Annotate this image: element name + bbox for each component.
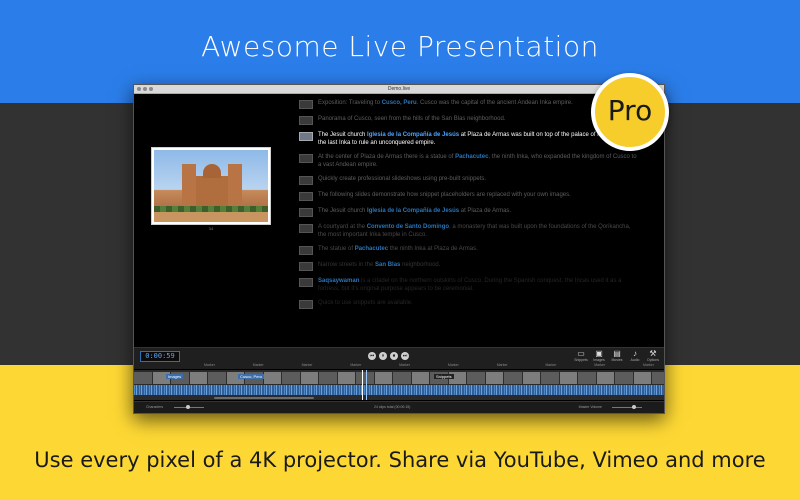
transport-controls: ⏮ ⏸ ⏹ ⏭ <box>368 352 409 360</box>
audio-track[interactable] <box>134 385 664 395</box>
characters-label: Characters <box>146 405 164 409</box>
row-thumbnail <box>299 100 313 109</box>
row-thumbnail <box>299 246 313 255</box>
status-bar: Characters 24 clips total (00:00:15) Mas… <box>134 401 664 413</box>
next-button[interactable]: ⏭ <box>401 352 409 360</box>
slide-preview[interactable] <box>151 147 271 225</box>
row-link[interactable]: Iglesia de la Compañía de Jesús <box>367 132 459 138</box>
snippets-icon: ▭ <box>577 349 585 358</box>
script-row[interactable]: The Jesuit church Iglesia de la Compañía… <box>299 207 639 217</box>
row-thumbnail <box>299 208 313 217</box>
marker-label[interactable]: Marker <box>545 363 556 367</box>
row-link[interactable]: Convento de Santo Domingo <box>367 224 449 230</box>
marker-ruler: Marker Marker Marker Marker Marker Marker Mark… <box>204 363 654 367</box>
control-bar: 0:00:59 ⏮ ⏸ ⏹ ⏭ ▭ Snippets ▣ Images ▤ Movies ♪ Aud… <box>134 347 664 369</box>
row-thumbnail <box>299 224 313 233</box>
row-thumbnail <box>299 132 313 141</box>
marker-label[interactable]: Marker <box>302 363 313 367</box>
tagline: Use every pixel of a 4K projector. Share… <box>34 448 766 472</box>
row-thumbnail <box>299 300 313 309</box>
clip-label[interactable]: Cusco, Peru <box>238 374 265 379</box>
row-text: Exposition: Traveling to Cusco, Peru. Cu… <box>318 100 573 106</box>
row-thumbnail <box>299 154 313 163</box>
images-icon: ▣ <box>595 349 603 358</box>
tool-buttons: ▭ Snippets ▣ Images ▤ Movies ♪ Audio ⚒ Options <box>574 349 660 363</box>
row-thumbnail <box>299 116 313 125</box>
app-window: Demo.live 34 Exposition: Traveling to Cu… <box>133 84 665 414</box>
row-thumbnail <box>299 278 313 287</box>
previous-button[interactable]: ⏮ <box>368 352 376 360</box>
clip-label[interactable]: Snippets <box>434 374 454 379</box>
row-link[interactable]: Pachacutec <box>455 154 488 160</box>
marker-label[interactable]: Marker <box>448 363 459 367</box>
characters-slider[interactable] <box>174 405 204 409</box>
marker-label[interactable]: Marker <box>643 363 654 367</box>
row-text: Narrow streets in the San Blas neighborh… <box>318 262 441 268</box>
movies-button[interactable]: ▤ Movies <box>610 349 624 363</box>
audio-button[interactable]: ♪ Audio <box>628 349 642 363</box>
row-link[interactable]: Saqsaywaman <box>318 278 359 284</box>
row-text: The Jesuit church Iglesia de la Compañía… <box>318 208 512 214</box>
row-text: Quickly create professional slideshows u… <box>318 176 487 182</box>
row-text: Quick to use snippets are available. <box>318 300 413 306</box>
row-text: Saqsaywaman is a citadel on the northern… <box>318 278 622 292</box>
playhead-secondary[interactable] <box>366 370 367 400</box>
audio-icon: ♪ <box>633 349 637 358</box>
snippets-button[interactable]: ▭ Snippets <box>574 349 588 363</box>
script-row[interactable]: A courtyard at the Convento de Santo Dom… <box>299 223 639 239</box>
window-title: Demo.live <box>387 86 411 92</box>
options-button[interactable]: ⚒ Options <box>646 349 660 363</box>
marker-label[interactable]: Marker <box>497 363 508 367</box>
script-row[interactable]: Exposition: Traveling to Cusco, Peru. Cu… <box>299 99 639 109</box>
timeline-scrollbar[interactable] <box>214 397 314 399</box>
script-row[interactable]: The statue of Pachacutec the ninth Inka … <box>299 245 639 255</box>
script-row[interactable]: Narrow streets in the San Blas neighborh… <box>299 261 639 271</box>
marker-label[interactable]: Marker <box>253 363 264 367</box>
row-text: The following slides demonstrate how sni… <box>318 192 571 198</box>
images-button[interactable]: ▣ Images <box>592 349 606 363</box>
row-text: At the center of Plaza de Armas there is… <box>318 154 637 168</box>
master-volume-label: Master Volume <box>578 405 602 409</box>
stop-button[interactable]: ⏹ <box>390 352 398 360</box>
row-link[interactable]: Cusco, Peru <box>382 100 417 106</box>
church-photo <box>154 150 268 222</box>
row-text: Panorama of Cusco, seen from the hills o… <box>318 116 506 122</box>
row-thumbnail <box>299 176 313 185</box>
pause-button[interactable]: ⏸ <box>379 352 387 360</box>
master-volume-slider[interactable] <box>612 405 642 409</box>
headline: Awesome Live Presentation <box>201 30 599 63</box>
script-row[interactable]: At the center of Plaza de Armas there is… <box>299 153 639 169</box>
slide-number: 34 <box>208 226 214 231</box>
pro-badge: Pro <box>591 73 669 151</box>
clip-label[interactable]: Images <box>166 374 184 379</box>
row-thumbnail <box>299 262 313 271</box>
marker-label[interactable]: Marker <box>399 363 410 367</box>
script-list: Exposition: Traveling to Cusco, Peru. Cu… <box>299 99 639 315</box>
marker-label[interactable]: Marker <box>350 363 361 367</box>
clip-count: 24 clips total (00:00:15) <box>374 405 411 409</box>
script-row[interactable]: Quick to use snippets are available. <box>299 299 639 309</box>
row-thumbnail <box>299 192 313 201</box>
row-link[interactable]: Pachacutec <box>355 246 388 252</box>
presentation-area: 34 Exposition: Traveling to Cusco, Peru.… <box>134 95 664 345</box>
options-icon: ⚒ <box>649 349 657 358</box>
time-display: 0:00:59 <box>140 351 180 362</box>
script-row[interactable]: Panorama of Cusco, seen from the hills o… <box>299 115 639 125</box>
row-text: The Jesuit church Iglesia de la Compañía… <box>318 132 639 146</box>
script-row[interactable]: The following slides demonstrate how sni… <box>299 191 639 201</box>
script-row[interactable]: Saqsaywaman is a citadel on the northern… <box>299 277 639 293</box>
marker-label[interactable]: Marker <box>204 363 215 367</box>
marker-label[interactable]: Marker <box>594 363 605 367</box>
row-link[interactable]: Iglesia de la Compañía de Jesús <box>367 208 459 214</box>
video-track[interactable] <box>134 372 664 384</box>
row-text: The statue of Pachacutec the ninth Inka … <box>318 246 478 252</box>
title-bar: Demo.live <box>134 85 664 94</box>
timeline[interactable]: Images Cusco, Peru Snippets <box>134 370 664 400</box>
movies-icon: ▤ <box>613 349 621 358</box>
playhead[interactable] <box>362 370 363 400</box>
row-text: A courtyard at the Convento de Santo Dom… <box>318 224 631 238</box>
script-row[interactable]: The Jesuit church Iglesia de la Compañía… <box>299 131 639 147</box>
script-row[interactable]: Quickly create professional slideshows u… <box>299 175 639 185</box>
row-link[interactable]: San Blas <box>375 262 400 268</box>
